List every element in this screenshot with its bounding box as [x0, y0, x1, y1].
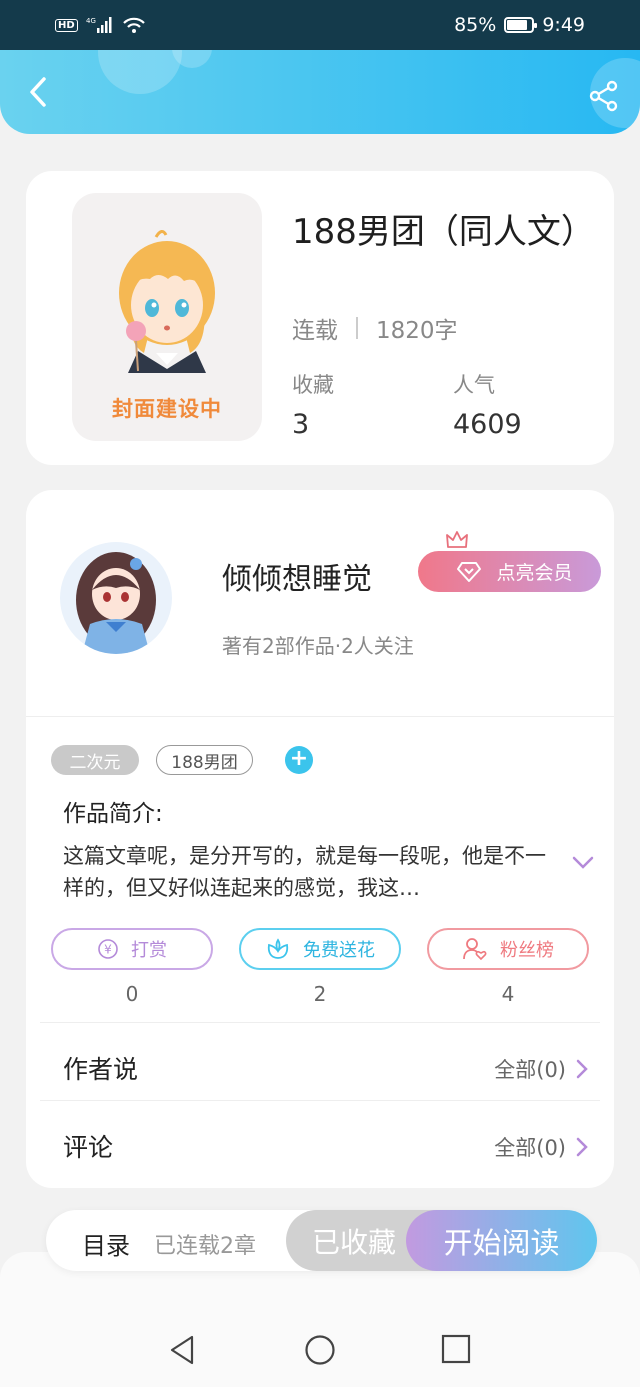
top-header [0, 50, 640, 134]
author-avatar-image [60, 542, 172, 654]
start-reading-button[interactable]: 开始阅读 [406, 1210, 597, 1271]
status-bar: HD 4G 85% 9:49 [0, 0, 640, 50]
fans-count: 4 [501, 982, 515, 1006]
comments-all: 全部(0) [494, 1136, 566, 1160]
book-title: 188男团（同人文） [292, 212, 595, 252]
author-card: 倾倾想睡觉 点亮会员 著有2部作品·2人关注 二次元 188男团 + 作品简介:… [26, 490, 614, 1188]
battery-level [507, 20, 528, 30]
yen-coin-icon: ¥ [98, 939, 118, 959]
fans-ranking-button[interactable]: 粉丝榜 [427, 928, 589, 970]
author-says-link[interactable]: 全部(0) [494, 1054, 588, 1084]
back-button[interactable] [18, 72, 58, 112]
bottom-action-bar: 目录 已连载2章 已收藏 开始阅读 [46, 1210, 597, 1271]
battery-percent: 85% [454, 14, 497, 36]
comments-label: 评论 [63, 1133, 114, 1162]
chevron-left-icon [30, 77, 46, 107]
network-label: 4G [86, 17, 96, 25]
status-left: HD 4G [55, 16, 146, 34]
plus-icon: + [289, 746, 309, 771]
wifi-icon [122, 17, 145, 33]
toc-button[interactable]: 目录 [82, 1226, 130, 1261]
signal-icon: 4G [86, 17, 112, 33]
add-tag-button[interactable]: + [285, 746, 313, 774]
fans-ranking-label: 粉丝榜 [500, 940, 554, 961]
tag-chip[interactable]: 188男团 [156, 745, 253, 775]
divider [40, 1100, 600, 1101]
hd-icon: HD [55, 18, 78, 32]
author-says-all: 全部(0) [494, 1058, 566, 1082]
system-nav-bar [0, 1312, 640, 1387]
collect-label: 收藏 [292, 373, 334, 397]
book-meta: 连载 1820字 [292, 311, 458, 345]
popularity-label: 人气 [453, 373, 495, 397]
author-says-label: 作者说 [63, 1055, 139, 1084]
send-flower-label: 免费送花 [303, 940, 375, 961]
flower-icon [267, 938, 289, 959]
nav-home-icon[interactable] [304, 1334, 336, 1366]
popularity-value: 4609 [453, 409, 522, 440]
send-flower-button[interactable]: 免费送花 [239, 928, 401, 970]
cover-placeholder-text: 封面建设中 [112, 397, 222, 421]
vip-button[interactable]: 点亮会员 [418, 551, 601, 592]
reward-label: 打赏 [131, 940, 167, 961]
clock: 9:49 [542, 14, 585, 36]
comments-link[interactable]: 全部(0) [494, 1132, 588, 1162]
battery-icon [504, 17, 538, 33]
meta-divider [356, 317, 358, 339]
status-right: 85% 9:49 [454, 14, 585, 36]
author-stats: 著有2部作品·2人关注 [222, 634, 414, 658]
divider [26, 716, 614, 717]
crown-icon [446, 531, 468, 548]
decor-bubble [98, 50, 182, 94]
reward-button[interactable]: ¥ 打赏 [51, 928, 213, 970]
share-button[interactable] [588, 80, 620, 112]
user-heart-icon [463, 938, 487, 961]
vip-button-label: 点亮会员 [496, 562, 573, 584]
nav-recents-icon[interactable] [441, 1334, 471, 1364]
author-name[interactable]: 倾倾想睡觉 [222, 554, 372, 598]
tag-chip[interactable]: 二次元 [51, 745, 139, 775]
chevron-right-icon [576, 1059, 588, 1079]
flower-count: 2 [313, 982, 327, 1006]
start-reading-label: 开始阅读 [443, 1225, 560, 1260]
diamond-icon [457, 561, 482, 582]
reward-count: 0 [125, 982, 139, 1006]
book-info-card: 封面建设中 188男团（同人文） 连载 1820字 收藏 3 人气 4609 [26, 171, 614, 465]
word-count: 1820字 [376, 318, 458, 344]
chevron-right-icon [576, 1137, 588, 1157]
collect-value: 3 [292, 409, 310, 440]
intro-text: 这篇文章呢，是分开写的，就是每一段呢，他是不一样的，但又好似连起来的感觉，我这… [63, 844, 546, 900]
avatar[interactable] [60, 542, 172, 654]
chevron-down-icon[interactable] [572, 856, 594, 870]
collected-label: 已收藏 [312, 1225, 397, 1259]
intro-title: 作品简介: [63, 801, 163, 827]
book-cover[interactable]: 封面建设中 [72, 193, 262, 441]
share-icon [589, 80, 618, 112]
svg-text:¥: ¥ [104, 943, 112, 957]
divider [40, 1022, 600, 1023]
nav-back-icon[interactable] [168, 1334, 196, 1366]
book-status: 连载 [292, 318, 338, 344]
cover-anime-girl-image [119, 230, 215, 373]
chapter-count: 已连载2章 [154, 1234, 256, 1259]
